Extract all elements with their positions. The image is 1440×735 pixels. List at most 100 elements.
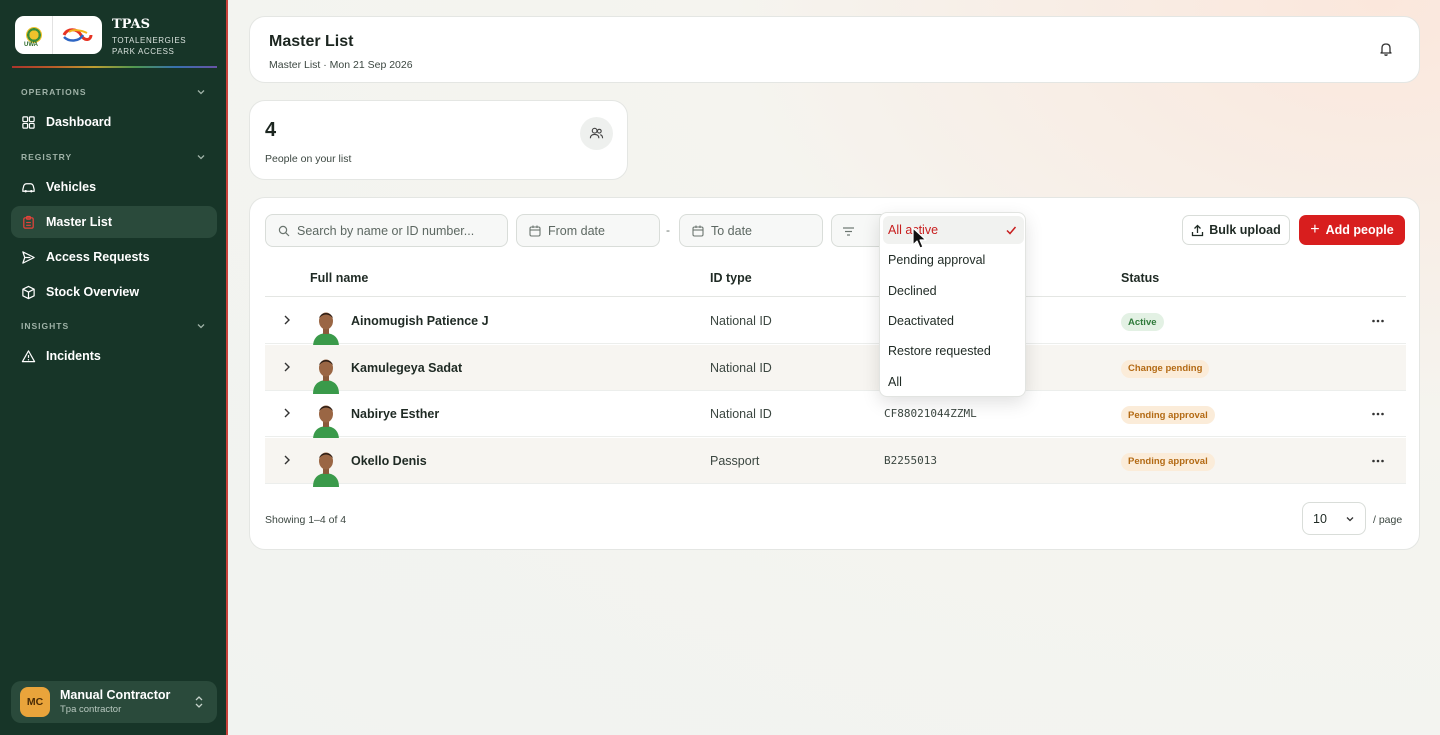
grid-icon [21,115,36,130]
page-size-select[interactable]: 10 [1302,502,1366,535]
filter-option-label: Restore requested [888,344,991,359]
upload-icon [1192,224,1204,236]
brand-subtitle-line1: TOTALENERGIES [112,36,187,45]
people-count: 4 [265,119,277,141]
sidebar-item-vehicles[interactable]: Vehicles [11,171,217,203]
sidebar-item-access-requests[interactable]: Access Requests [11,241,217,273]
filter-option-label: Declined [888,283,937,298]
person-name[interactable]: Okello Denis [351,454,427,468]
table-row[interactable]: Nabirye Esther National ID CF88021044ZZM… [265,391,1406,440]
chevron-down-icon[interactable] [196,87,206,97]
status-badge: Pending approval [1121,452,1215,471]
sidebar-item-label: Vehicles [46,180,97,194]
id-number: B2255013 [884,453,937,467]
filter-option-label: Deactivated [888,313,955,328]
chevron-right-icon[interactable] [281,407,293,419]
bulk-upload-button[interactable]: Bulk upload [1182,215,1290,245]
sidebar-item-dashboard[interactable]: Dashboard [11,106,217,138]
box-icon [21,285,36,300]
status-badge: Active [1121,313,1164,331]
filter-option-label: Pending approval [888,253,986,268]
send-icon [21,250,36,265]
check-icon [1006,226,1017,235]
users-icon [580,117,613,150]
chevron-up-down-icon [195,696,203,708]
person-name[interactable]: Ainomugish Patience J [351,314,489,328]
person-avatar-icon [313,452,339,487]
section-insights[interactable]: INSIGHTS [21,321,69,331]
column-status[interactable]: Status [1121,271,1159,285]
brand-logo[interactable]: UWA [15,16,102,54]
uwa-seal-icon [15,16,53,54]
sidebar-item-label: Dashboard [46,115,112,129]
filter-option[interactable]: Deactivated [883,307,1024,335]
brand-subtitle: TOTALENERGIES PARK ACCESS [112,35,222,57]
page-header: Master List Master List · Mon 21 Sep 202… [249,16,1420,83]
sidebar-item-master-list[interactable]: Master List [11,206,217,238]
car-icon [21,180,36,195]
brand-subtitle-line2: PARK ACCESS [112,47,175,56]
filter-option[interactable]: All [883,368,1024,396]
bell-icon[interactable] [1378,41,1394,57]
filter-option[interactable]: Pending approval [883,246,1024,274]
to-date-placeholder: To date [711,223,753,238]
more-options-icon[interactable] [1371,454,1385,468]
sidebar-item-label: Incidents [46,349,101,363]
status-badge: Change pending [1121,359,1210,378]
status-filter-dropdown: All active Pending approval Declined Deacti… [879,212,1026,397]
search-input[interactable]: Search by name or ID number... [265,214,508,247]
chevron-right-icon[interactable] [281,314,293,326]
more-options-icon[interactable] [1371,314,1385,328]
status-badge: Pending approval [1121,406,1215,424]
person-avatar-icon [313,359,339,394]
chevron-right-icon[interactable] [281,361,293,373]
page-title: Master List [269,33,354,50]
per-page-label: / page [1373,514,1403,526]
from-date-field[interactable]: From date [516,214,660,247]
section-operations[interactable]: OPERATIONS [21,87,87,97]
filter-option[interactable]: Declined [883,277,1024,305]
user-role: Tpa contractor [60,704,122,715]
master-list-table-card: Search by name or ID number... From date… [249,197,1420,550]
bulk-upload-label: Bulk upload [1209,223,1281,237]
from-date-placeholder: From date [548,223,605,238]
calendar-icon [529,225,541,237]
avatar: MC [20,687,50,717]
column-id-type[interactable]: ID type [710,271,752,285]
chevron-right-icon[interactable] [281,454,293,466]
chevron-down-icon[interactable] [196,152,206,162]
filter-option[interactable]: All active [883,216,1024,244]
filter-option[interactable]: Restore requested [883,337,1024,365]
search-icon [278,225,290,236]
table-row[interactable]: Ainomugish Patience J National ID Active [265,298,1406,347]
table-row[interactable]: Okello Denis Passport B2255013 Pending a… [265,437,1406,487]
date-range-separator: - [666,223,670,237]
sidebar-item-label: Stock Overview [46,285,140,299]
person-name[interactable]: Nabirye Esther [351,407,439,421]
seal-text: UWA [24,42,38,48]
person-name[interactable]: Kamulegeya Sadat [351,361,462,375]
id-type: National ID [710,407,772,421]
people-count-card: 4 People on your list [249,100,628,180]
user-menu[interactable]: MC Manual Contractor Tpa contractor [11,681,217,723]
to-date-field[interactable]: To date [679,214,823,247]
sidebar-item-stock-overview[interactable]: Stock Overview [11,276,217,308]
breadcrumb: Master List · Mon 21 Sep 2026 [269,59,413,71]
pagination-summary: Showing 1–4 of 4 [265,514,347,526]
chevron-down-icon[interactable] [196,321,206,331]
table-row[interactable]: Kamulegeya Sadat National ID Change pend… [265,344,1406,394]
search-placeholder: Search by name or ID number... [297,223,475,238]
person-avatar-icon [313,312,339,347]
more-options-icon[interactable] [1371,407,1385,421]
section-registry[interactable]: REGISTRY [21,152,72,162]
sidebar: UWA TPAS TOTALENERGIES PARK ACCESS OPERA… [0,0,228,735]
add-people-label: Add people [1325,223,1394,237]
sidebar-item-label: Master List [46,215,112,229]
add-people-button[interactable]: + Add people [1299,215,1405,245]
column-full-name[interactable]: Full name [310,271,368,285]
filter-option-label: All [888,374,902,389]
plus-icon: + [1310,221,1320,238]
sidebar-item-label: Access Requests [46,250,150,264]
sidebar-item-incidents[interactable]: Incidents [11,340,217,372]
filter-icon [843,227,854,236]
